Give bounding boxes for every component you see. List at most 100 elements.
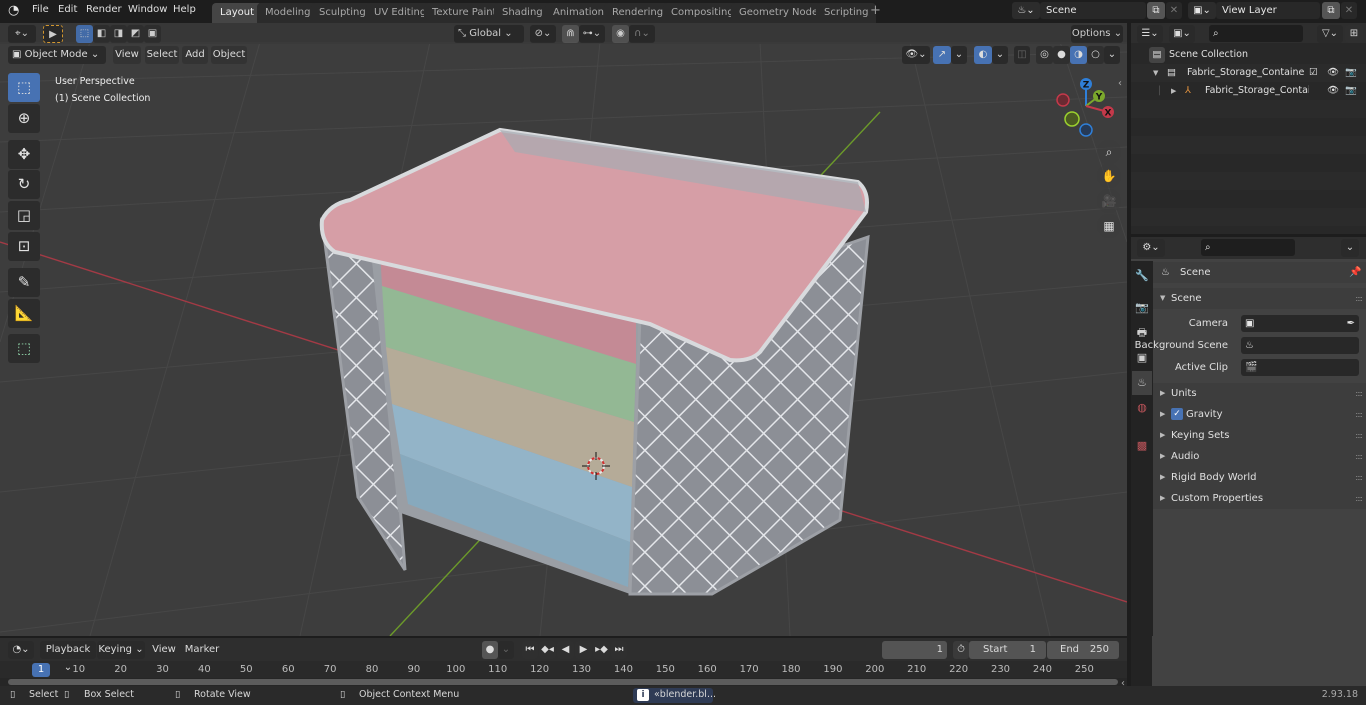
- drag-handle-icon[interactable]: ::::: [1355, 425, 1363, 446]
- select-mode-new[interactable]: ⬚: [76, 25, 93, 43]
- editor-type-button[interactable]: ⌖⌄: [8, 25, 36, 43]
- properties-options-dropdown[interactable]: ⌄: [1341, 239, 1359, 257]
- navigation-gizmo[interactable]: Z Y X: [1050, 72, 1120, 142]
- tool-cursor[interactable]: ⊕: [8, 104, 40, 133]
- display-mode-dropdown[interactable]: ▣⌄: [1169, 25, 1195, 43]
- tab-render[interactable]: 📷: [1132, 296, 1152, 320]
- drag-handle-icon[interactable]: ::::: [1355, 488, 1363, 509]
- shading-material[interactable]: ◑: [1070, 46, 1087, 64]
- exclude-checkbox[interactable]: ☑: [1309, 64, 1318, 82]
- menu-view[interactable]: View: [113, 46, 141, 64]
- tab-scripting[interactable]: Scripting: [816, 3, 877, 23]
- scene-browse-button[interactable]: ♨⌄: [1012, 2, 1040, 19]
- camera-render-icon[interactable]: 📷: [1345, 64, 1357, 82]
- gizmo-toggle[interactable]: ↗: [933, 46, 951, 64]
- snap-target-dropdown[interactable]: ⊶⌄: [579, 25, 605, 43]
- drag-handle-icon[interactable]: ::::: [1355, 446, 1363, 467]
- gizmo-neg-y[interactable]: [1064, 111, 1080, 127]
- next-keyframe-button[interactable]: ▸◆: [593, 641, 610, 659]
- jump-end-button[interactable]: ⏭: [611, 641, 627, 659]
- tool-add-cube[interactable]: ⬚: [8, 334, 40, 363]
- frame-start-field[interactable]: Start 1: [969, 641, 1046, 659]
- outliner-row-scene-collection[interactable]: ▤ Scene Collection: [1131, 46, 1366, 64]
- tab-world[interactable]: ◍: [1132, 396, 1152, 420]
- tab-texture[interactable]: ▩: [1132, 434, 1152, 458]
- tool-transform[interactable]: ⊡: [8, 232, 40, 261]
- menu-render[interactable]: Render: [86, 4, 122, 15]
- menu-object[interactable]: Object: [211, 46, 247, 64]
- proportional-edit-toggle[interactable]: ◉: [612, 25, 629, 43]
- add-workspace-button[interactable]: +: [870, 3, 881, 18]
- select-mode-intersect[interactable]: ▣: [144, 25, 161, 43]
- menu-edit[interactable]: Edit: [58, 4, 77, 15]
- options-dropdown[interactable]: Options ⌄: [1071, 25, 1123, 43]
- play-reverse-button[interactable]: ◀: [557, 641, 574, 659]
- tab-compositing[interactable]: Compositing: [663, 3, 742, 23]
- properties-editor-type[interactable]: ⚙⌄: [1137, 239, 1165, 257]
- drag-handle-icon[interactable]: ::::: [1355, 383, 1363, 404]
- report-message[interactable]: i «blender.bl...: [633, 688, 716, 703]
- tab-animation[interactable]: Animation: [545, 3, 612, 23]
- prev-keyframe-button[interactable]: ◆◂: [539, 641, 556, 659]
- timeline-menu-view[interactable]: View: [150, 641, 178, 659]
- expand-icon[interactable]: ▶: [1171, 82, 1176, 100]
- tool-select-box[interactable]: ⬚: [8, 73, 40, 102]
- proportional-falloff-dropdown[interactable]: ∩⌄: [629, 25, 655, 43]
- tab-sculpting[interactable]: Sculpting: [311, 3, 374, 23]
- select-mode-invert[interactable]: ◩: [127, 25, 144, 43]
- playback-dropdown[interactable]: Playback ⌄: [40, 641, 96, 673]
- timeline-editor-type[interactable]: ◔⌄: [8, 641, 34, 659]
- filter-dropdown[interactable]: ▽⌄: [1317, 25, 1343, 43]
- delete-view-layer-button[interactable]: ✕: [1341, 2, 1357, 19]
- menu-file[interactable]: File: [32, 4, 49, 15]
- sidebar-toggle-icon[interactable]: ‹: [1118, 78, 1122, 89]
- gizmo-neg-x[interactable]: [1056, 93, 1070, 107]
- panel-units[interactable]: ▶ Units ::::: [1153, 383, 1366, 404]
- tab-rendering[interactable]: Rendering: [604, 3, 672, 23]
- auto-keying-toggle[interactable]: ●: [482, 641, 498, 659]
- frame-end-field[interactable]: End 250: [1047, 641, 1119, 659]
- outliner-editor-type[interactable]: ☰⌄: [1137, 25, 1163, 43]
- view-layer-name-field[interactable]: View Layer: [1216, 2, 1320, 19]
- blender-logo-icon[interactable]: ◔: [8, 3, 19, 18]
- shading-dropdown[interactable]: ⌄: [1104, 46, 1120, 64]
- drag-handle-icon[interactable]: ::::: [1355, 404, 1363, 425]
- keying-dropdown[interactable]: Keying ⌄: [97, 641, 145, 659]
- panel-keying-sets[interactable]: ▶ Keying Sets ::::: [1153, 425, 1366, 446]
- eyedropper-icon[interactable]: ✒: [1347, 315, 1355, 332]
- active-clip-field[interactable]: 🎬: [1241, 359, 1359, 376]
- expand-icon[interactable]: ▼: [1153, 64, 1158, 82]
- timeline-scrollbar[interactable]: [8, 679, 1118, 685]
- tool-rotate[interactable]: ↻: [8, 170, 40, 199]
- shading-wireframe[interactable]: ◎: [1036, 46, 1053, 64]
- shading-rendered[interactable]: ○: [1087, 46, 1104, 64]
- scene-name-field[interactable]: Scene: [1040, 2, 1146, 19]
- panel-rigid-body-world[interactable]: ▶ Rigid Body World ::::: [1153, 467, 1366, 488]
- ortho-toggle-button[interactable]: ▦: [1097, 214, 1121, 238]
- pivot-point-dropdown[interactable]: ⊘⌄: [530, 25, 556, 43]
- view-layer-browse-button[interactable]: ▣⌄: [1188, 2, 1216, 19]
- new-scene-button[interactable]: ⧉: [1147, 2, 1165, 19]
- menu-window[interactable]: Window: [128, 4, 167, 15]
- tab-texture-paint[interactable]: Texture Paint: [424, 3, 505, 23]
- playhead[interactable]: 1: [32, 663, 50, 677]
- auto-keying-dropdown[interactable]: ⌄: [498, 641, 514, 659]
- new-view-layer-button[interactable]: ⧉: [1322, 2, 1340, 19]
- delete-scene-button[interactable]: ✕: [1166, 2, 1182, 19]
- panel-custom-properties[interactable]: ▶ Custom Properties ::::: [1153, 488, 1366, 509]
- active-tool-button[interactable]: ▶: [43, 25, 63, 43]
- shading-solid[interactable]: ●: [1053, 46, 1070, 64]
- camera-field[interactable]: ▣ ✒: [1241, 315, 1359, 332]
- gravity-checkbox[interactable]: ✓: [1171, 408, 1183, 420]
- tab-layout[interactable]: Layout: [212, 3, 262, 23]
- background-scene-field[interactable]: ♨: [1241, 337, 1359, 354]
- jump-start-button[interactable]: ⏮: [522, 641, 538, 659]
- xray-toggle[interactable]: ◫: [1014, 46, 1030, 64]
- preview-range-toggle[interactable]: ⏱: [953, 641, 969, 659]
- outliner-row-collection[interactable]: ▼ ▤ Fabric_Storage_Container_Gn ☑ 👁 📷: [1131, 64, 1366, 82]
- properties-search-input[interactable]: ⌕: [1201, 239, 1295, 256]
- select-mode-subtract[interactable]: ◨: [110, 25, 127, 43]
- eye-icon[interactable]: 👁: [1327, 82, 1339, 100]
- panel-gravity[interactable]: ▶ ✓ Gravity ::::: [1153, 404, 1366, 425]
- pan-view-button[interactable]: ✋: [1097, 164, 1121, 188]
